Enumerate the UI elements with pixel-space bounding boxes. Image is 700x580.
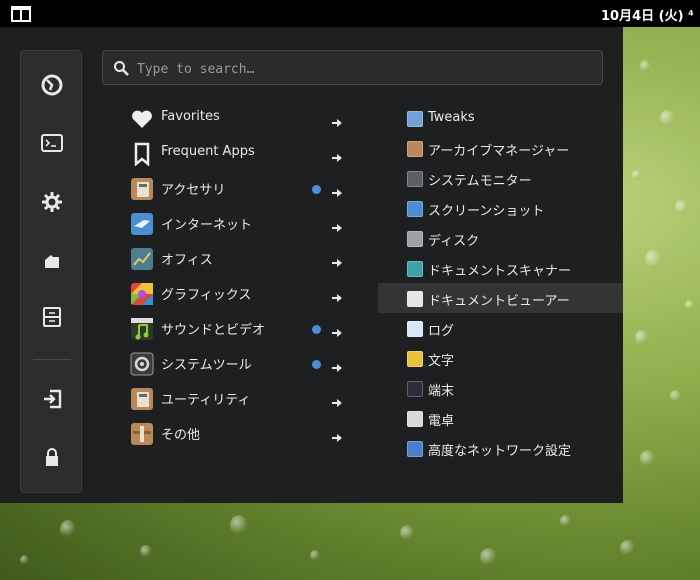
category-item[interactable]: Frequent Apps bbox=[130, 140, 345, 168]
app-label: ディスク bbox=[428, 234, 480, 249]
category-label: Frequent Apps bbox=[161, 144, 255, 159]
app-item[interactable]: 文字 bbox=[378, 343, 623, 373]
arrow-right-icon bbox=[332, 393, 342, 407]
category-label: アクセサリ bbox=[161, 183, 226, 198]
network-settings-icon bbox=[407, 441, 423, 457]
search-icon bbox=[113, 60, 129, 80]
sound-video-icon bbox=[130, 317, 154, 341]
application-menu: Favorites Frequent Apps アクセサリインターネットオフィスグラ… bbox=[0, 27, 623, 503]
terminal-icon[interactable] bbox=[40, 131, 64, 155]
app-item[interactable]: ドキュメントビューアー bbox=[378, 283, 623, 313]
app-item[interactable]: 電卓 bbox=[378, 403, 623, 433]
app-label: 電卓 bbox=[428, 414, 455, 429]
app-label: アーカイブマネージャー bbox=[428, 144, 570, 159]
arrow-right-icon bbox=[332, 113, 342, 127]
calculator-icon bbox=[407, 411, 423, 427]
search-input[interactable] bbox=[135, 57, 589, 81]
app-label: ドキュメントビューアー bbox=[428, 294, 570, 309]
app-item[interactable]: ログ bbox=[378, 313, 623, 343]
category-item[interactable]: ユーティリティ bbox=[130, 385, 345, 413]
arrow-right-icon bbox=[332, 323, 342, 337]
arrow-right-icon bbox=[332, 428, 342, 442]
category-item[interactable]: システムツール bbox=[130, 350, 345, 378]
top-bar: 10月4日 (火) ⁴ bbox=[0, 0, 700, 27]
category-item[interactable]: グラフィックス bbox=[130, 280, 345, 308]
app-label: Tweaks bbox=[428, 110, 475, 125]
category-item[interactable]: オフィス bbox=[130, 245, 345, 273]
category-label: ユーティリティ bbox=[161, 393, 251, 408]
category-label: インターネット bbox=[161, 218, 253, 233]
search-box[interactable] bbox=[102, 50, 603, 85]
characters-icon bbox=[407, 351, 423, 367]
arrow-right-icon bbox=[332, 358, 342, 372]
internet-icon bbox=[130, 212, 154, 236]
tweaks-icon bbox=[407, 111, 423, 127]
utilities-icon bbox=[130, 387, 154, 411]
lock-icon[interactable] bbox=[40, 445, 64, 469]
new-apps-indicator bbox=[312, 185, 321, 194]
app-label: 高度なネットワーク設定 bbox=[428, 444, 572, 459]
logout-icon[interactable] bbox=[40, 387, 64, 411]
category-label: その他 bbox=[161, 428, 201, 443]
system-monitor-icon bbox=[407, 171, 423, 187]
app-label: システムモニター bbox=[428, 174, 532, 189]
bookmark-icon bbox=[130, 142, 154, 167]
app-label: 文字 bbox=[428, 354, 455, 369]
category-label: グラフィックス bbox=[161, 288, 252, 303]
category-label: オフィス bbox=[161, 253, 213, 268]
category-item[interactable]: その他 bbox=[130, 420, 345, 448]
firefox-icon[interactable] bbox=[40, 73, 64, 97]
category-label: Favorites bbox=[161, 109, 220, 124]
heart-icon bbox=[130, 107, 154, 131]
terminal-app-icon bbox=[407, 381, 423, 397]
app-label: ログ bbox=[428, 324, 455, 339]
app-item[interactable]: 端末 bbox=[378, 373, 623, 403]
category-item[interactable]: アクセサリ bbox=[130, 175, 345, 203]
screenshot-icon bbox=[407, 201, 423, 217]
accessories-icon bbox=[130, 177, 154, 201]
app-label: スクリーンショット bbox=[428, 204, 545, 219]
category-item[interactable]: Favorites bbox=[130, 105, 345, 133]
app-item[interactable]: システムモニター bbox=[378, 163, 623, 193]
app-item[interactable]: ドキュメントスキャナー bbox=[378, 253, 623, 283]
arrow-right-icon bbox=[332, 253, 342, 267]
gear-icon[interactable] bbox=[40, 190, 64, 214]
applications-menu-icon[interactable] bbox=[10, 5, 32, 23]
new-apps-indicator bbox=[312, 360, 321, 369]
logs-icon bbox=[407, 321, 423, 337]
office-icon bbox=[130, 247, 154, 271]
category-label: サウンドとビデオ bbox=[161, 323, 266, 338]
app-item[interactable]: ディスク bbox=[378, 223, 623, 253]
system-tools-icon bbox=[130, 352, 154, 376]
folder-icon[interactable] bbox=[40, 249, 64, 273]
app-item[interactable]: アーカイブマネージャー bbox=[378, 133, 623, 163]
app-label: 端末 bbox=[428, 384, 455, 399]
app-item[interactable]: Tweaks bbox=[378, 103, 623, 133]
category-label: システムツール bbox=[161, 358, 252, 373]
other-icon bbox=[130, 422, 154, 446]
graphics-icon bbox=[130, 282, 154, 306]
disk-icon bbox=[407, 231, 423, 247]
archive-icon[interactable] bbox=[40, 305, 64, 329]
archive-manager-icon bbox=[407, 141, 423, 157]
arrow-right-icon bbox=[332, 148, 342, 162]
category-item[interactable]: サウンドとビデオ bbox=[130, 315, 345, 343]
new-apps-indicator bbox=[312, 325, 321, 334]
arrow-right-icon bbox=[332, 218, 342, 232]
app-item[interactable]: スクリーンショット bbox=[378, 193, 623, 223]
arrow-right-icon bbox=[332, 183, 342, 197]
category-item[interactable]: インターネット bbox=[130, 210, 345, 238]
scanner-icon bbox=[407, 261, 423, 277]
arrow-right-icon bbox=[332, 288, 342, 302]
sidebar-separator bbox=[33, 359, 71, 360]
document-viewer-icon bbox=[407, 291, 423, 307]
app-item[interactable]: 高度なネットワーク設定 bbox=[378, 433, 623, 463]
sidebar bbox=[20, 50, 82, 493]
clock[interactable]: 10月4日 (火) ⁴ bbox=[601, 5, 694, 24]
app-label: ドキュメントスキャナー bbox=[428, 264, 572, 279]
